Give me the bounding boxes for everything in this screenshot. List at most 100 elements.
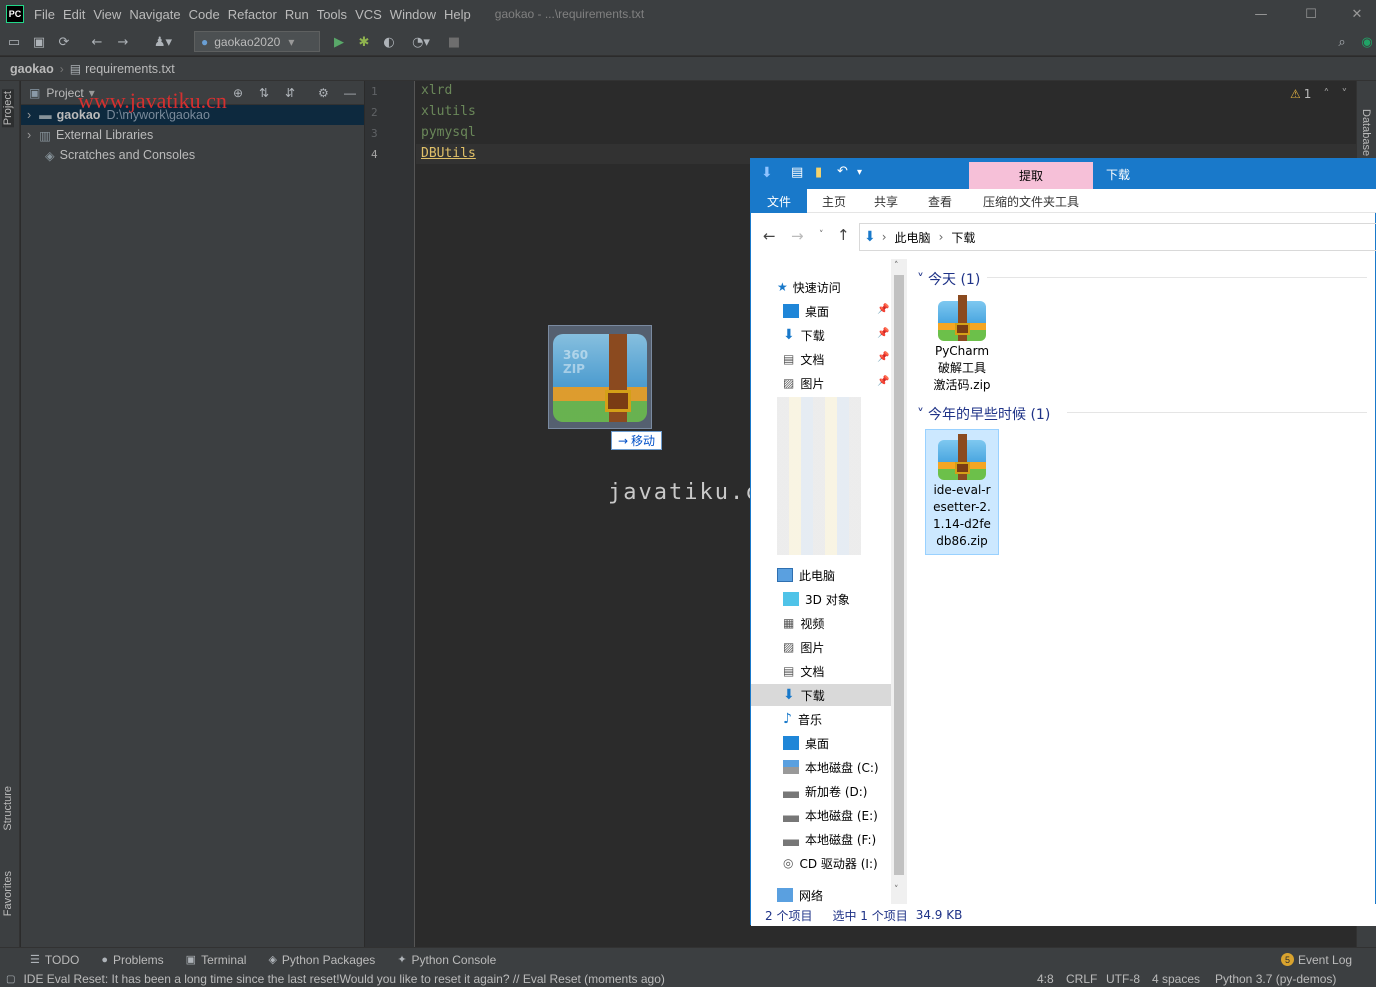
expand-all-icon[interactable]: ⇅ [259,86,269,100]
status-message[interactable]: IDE Eval Reset: It has been a long time … [23,972,664,986]
qat-dropdown-icon[interactable]: ▾ [857,167,862,178]
chevron-down-icon[interactable]: ˅ [1341,87,1347,101]
nav-pane-scrollbar[interactable]: ˄ ˅ [891,259,907,904]
line-separator[interactable]: CRLF [1066,972,1097,986]
inspection-widget[interactable]: ⚠ 1 ˄ ˅ [1290,87,1347,101]
file-item-selected[interactable]: ide-eval-r esetter-2. 1.14-d2fe db86.zip [925,429,999,555]
profile-icon[interactable]: ◔▾ [406,33,436,51]
menu-refactor[interactable]: Refactor [224,7,281,22]
nav-pictures[interactable]: ▨ 图片 [783,636,824,658]
indent-setting[interactable]: 4 spaces [1152,972,1200,986]
search-icon[interactable]: ⌕ [1333,33,1351,51]
python-console-tab[interactable]: ✦ Python Console [397,953,496,967]
menu-navigate[interactable]: Navigate [125,7,184,22]
chevron-up-icon[interactable]: ˄ [1323,87,1329,101]
save-icon[interactable]: ▣ [30,33,48,51]
update-icon[interactable]: ◉ [1358,33,1376,51]
group-header-today[interactable]: ˅ 今天 (1) [917,269,980,289]
scrollbar-thumb[interactable] [894,275,904,875]
forward-icon[interactable]: → [114,33,132,51]
ribbon-tab-file[interactable]: 文件 [751,189,807,213]
nav-3d-objects[interactable]: 3D 对象 [783,588,850,610]
nav-quick-access[interactable]: ★ 快速访问 [777,276,841,298]
nav-network[interactable]: 网络 [777,884,823,904]
chevron-right-icon[interactable]: › [27,108,31,122]
breadcrumb-file[interactable]: requirements.txt [85,62,175,76]
menu-file[interactable]: File [30,7,59,22]
nav-videos[interactable]: ▦ 视频 [783,612,824,634]
menu-help[interactable]: Help [440,7,475,22]
code-line[interactable]: pymysql [421,125,476,140]
nav-quick-desktop[interactable]: 桌面 [783,300,829,322]
nav-drive-c[interactable]: 本地磁盘 (C:) [783,756,879,778]
close-icon[interactable]: ✕ [1334,0,1376,28]
coverage-icon[interactable]: ◐ [380,33,398,51]
nav-documents[interactable]: ▤ 文档 [783,660,824,682]
nav-downloads[interactable]: ⬇ 下载 [783,684,825,706]
menu-view[interactable]: View [89,7,125,22]
breadcrumb-project[interactable]: gaokao [10,62,54,76]
recent-dropdown-icon[interactable]: ˅ [819,230,824,240]
nav-cd-drive[interactable]: ◎ CD 驱动器 (I:) [783,852,878,874]
undo-icon[interactable]: ↶ [837,164,848,179]
nav-drive-f[interactable]: 本地磁盘 (F:) [783,828,876,850]
file-item[interactable]: PyCharm 破解工具 激活码.zip [925,295,999,394]
forward-icon[interactable]: → [791,227,804,245]
nav-quick-documents[interactable]: ▤ 文档 [783,348,824,370]
code-line[interactable]: xlrd [421,83,452,98]
menu-edit[interactable]: Edit [59,7,89,22]
run-config-select[interactable]: ● gaokao2020 ▾ [194,31,320,52]
problems-tab[interactable]: ● Problems [101,953,163,967]
locate-icon[interactable]: ⊕ [233,86,243,100]
sync-icon[interactable]: ⟳ [55,33,73,51]
favorites-tool-tab[interactable]: Favorites [2,871,14,916]
group-header-earlier[interactable]: ˅ 今年的早些时候 (1) [917,404,1050,424]
nav-desktop[interactable]: 桌面 [783,732,829,754]
maximize-icon[interactable]: ☐ [1288,0,1334,28]
python-interpreter[interactable]: Python 3.7 (py-demos) [1215,972,1336,986]
tree-item-scratches[interactable]: ◈ Scratches and Consoles [21,145,364,165]
event-log-tab[interactable]: 5 Event Log [1281,953,1352,967]
properties-icon[interactable]: ▤ [791,165,803,180]
tree-item-external-libraries[interactable]: › ▥ External Libraries [21,125,364,145]
file-encoding[interactable]: UTF-8 [1106,972,1140,986]
panel-toggle-icon[interactable]: ▢ [6,974,15,985]
chevron-right-icon[interactable]: › [27,128,31,142]
ribbon-tab-compressed-tools[interactable]: 压缩的文件夹工具 [973,189,1089,213]
code-line[interactable]: xlutils [421,104,476,119]
menu-tools[interactable]: Tools [313,7,351,22]
address-segment-downloads[interactable]: 下载 [951,229,975,246]
debug-icon[interactable]: ✱ [355,33,373,51]
nav-drive-e[interactable]: 本地磁盘 (E:) [783,804,878,826]
address-segment-pc[interactable]: 此电脑 [895,229,931,246]
terminal-tab[interactable]: ▣ Terminal [186,953,247,967]
minimize-icon[interactable]: — [1238,0,1284,28]
todo-tab[interactable]: ☰ TODO [30,953,79,967]
extract-context-tab[interactable]: 提取 [969,162,1093,189]
nav-music[interactable]: ♪ 音乐 [783,708,822,730]
back-icon[interactable]: ← [763,227,776,245]
menu-vcs[interactable]: VCS [351,7,386,22]
hide-panel-icon[interactable]: — [344,86,356,100]
scroll-up-icon[interactable]: ˄ [894,261,899,271]
code-line[interactable]: DBUtils [421,146,476,161]
scroll-down-icon[interactable]: ˅ [894,885,899,895]
menu-code[interactable]: Code [185,7,224,22]
back-icon[interactable]: ← [88,33,106,51]
nav-quick-pictures[interactable]: ▨ 图片 [783,372,824,394]
collapse-all-icon[interactable]: ⇵ [285,86,295,100]
run-icon[interactable]: ▶ [330,33,348,51]
ribbon-tab-view[interactable]: 查看 [915,189,965,213]
ribbon-tab-home[interactable]: 主页 [809,189,859,213]
database-tool-tab[interactable]: Database [1360,109,1372,156]
new-folder-icon[interactable]: ▮ [815,165,822,180]
nav-drive-d[interactable]: 新加卷 (D:) [783,780,867,802]
menu-window[interactable]: Window [386,7,440,22]
project-tool-tab[interactable]: Project [2,89,14,128]
open-folder-icon[interactable]: ▭ [5,33,23,51]
caret-position[interactable]: 4:8 [1037,972,1054,986]
structure-tool-tab[interactable]: Structure [2,786,14,831]
nav-quick-downloads[interactable]: ⬇ 下载 [783,324,825,346]
python-packages-tab[interactable]: ◈ Python Packages [268,953,375,967]
menu-run[interactable]: Run [281,7,313,22]
